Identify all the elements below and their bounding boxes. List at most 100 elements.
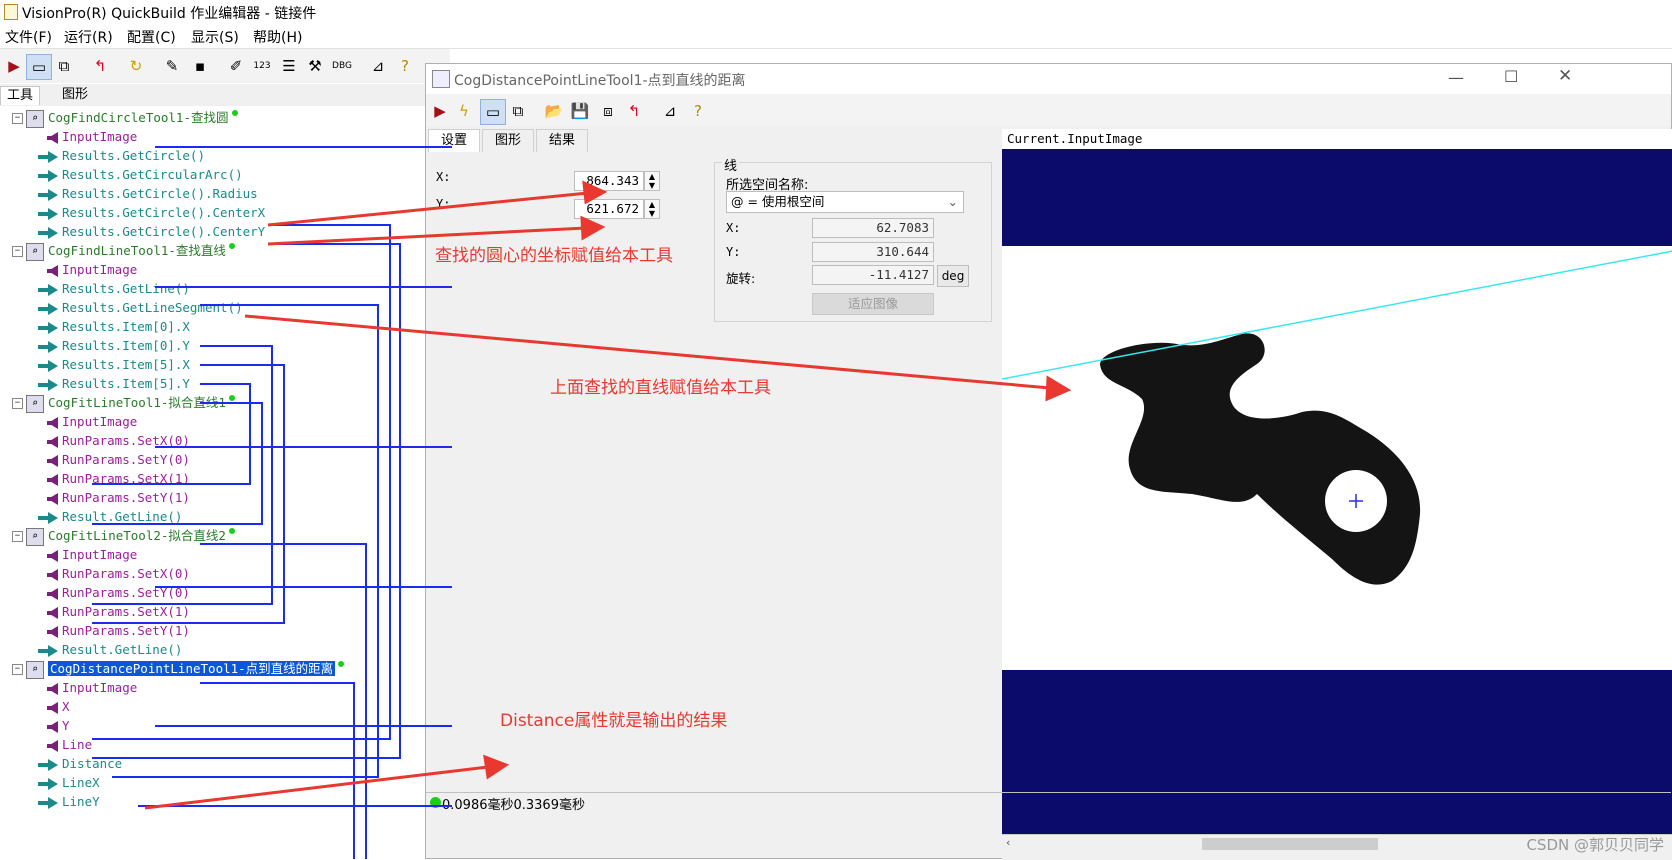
tree-output-terminal[interactable]: Results.GetLine() xyxy=(38,279,190,298)
point-x-spinner[interactable]: ▲ ▼ xyxy=(644,171,660,191)
tree-output-terminal[interactable]: Results.GetCircle().Radius xyxy=(38,184,258,203)
notes-icon[interactable]: ✐ xyxy=(224,54,248,78)
point-x-input[interactable]: 864.343 xyxy=(574,171,644,191)
tree-output-terminal[interactable]: Results.GetLineSegment() xyxy=(38,298,243,317)
tree-output-terminal[interactable]: Results.Item[5].X xyxy=(38,355,190,374)
tools-icon[interactable]: ⚒ xyxy=(303,54,327,78)
collapse-icon[interactable]: − xyxy=(12,246,23,257)
electric-run-icon[interactable]: ϟ xyxy=(452,99,476,123)
brush-icon[interactable]: ✎ xyxy=(160,54,184,78)
tree-tool-node[interactable]: − ⌕ CogFindLineTool1-查找直线 xyxy=(12,241,235,261)
tree-input-terminal[interactable]: InputImage xyxy=(47,127,137,146)
list-icon[interactable]: ☰ xyxy=(277,54,301,78)
run-icon[interactable]: ▶ xyxy=(428,99,452,123)
loop-icon[interactable]: ↻ xyxy=(124,54,148,78)
help-icon[interactable]: ? xyxy=(686,99,710,123)
tree-input-terminal[interactable]: InputImage xyxy=(47,545,137,564)
scrollbar-thumb[interactable] xyxy=(1202,838,1378,850)
debug-icon[interactable]: DBG xyxy=(330,54,354,78)
tree-output-terminal[interactable]: Result.GetLine() xyxy=(38,507,182,526)
point-y-spinner[interactable]: ▲ ▼ xyxy=(644,199,660,219)
tree-input-terminal[interactable]: InputImage xyxy=(47,260,137,279)
tree-input-terminal[interactable]: RunParams.SetY(0) xyxy=(47,450,190,469)
annotation-line: 上面查找的直线赋值给本工具 xyxy=(550,378,771,398)
menu-view[interactable]: 显示(S) xyxy=(191,27,239,47)
import-icon[interactable]: ⧈ xyxy=(596,99,620,123)
tree-output-terminal[interactable]: LineX xyxy=(38,773,100,792)
menu-run[interactable]: 运行(R) xyxy=(64,27,113,47)
input-arrow-icon xyxy=(47,416,58,429)
plug-icon[interactable]: ▪ xyxy=(188,54,212,78)
tree-input-terminal[interactable]: InputImage xyxy=(47,412,137,431)
tree-input-terminal[interactable]: RunParams.SetX(1) xyxy=(47,602,190,621)
tree-input-terminal[interactable]: X xyxy=(47,697,70,716)
tree-output-terminal[interactable]: Distance xyxy=(38,754,122,773)
image-canvas[interactable] xyxy=(1002,149,1672,834)
tree-tool-node[interactable]: − ⌕ CogFitLineTool2-拟合直线2 xyxy=(12,526,235,546)
tree-output-terminal[interactable]: Results.GetCircularArc() xyxy=(38,165,243,184)
collapse-icon[interactable]: − xyxy=(12,398,23,409)
display-icon[interactable]: ▭ xyxy=(26,54,52,80)
child-tab-bar: 设置 图形 结果 xyxy=(426,129,1006,152)
tree-tool-node[interactable]: − ⌕ CogFitLineTool1-拟合直线1 xyxy=(12,393,235,413)
menu-config[interactable]: 配置(C) xyxy=(127,27,176,47)
reset-icon[interactable]: ↰ xyxy=(622,99,646,123)
tab-graphics[interactable]: 图形 xyxy=(56,86,94,104)
tree-output-terminal[interactable]: LineY xyxy=(38,792,100,811)
terminal-label: Results.GetLineSegment() xyxy=(62,300,243,315)
scroll-left-icon[interactable]: ‹ xyxy=(1006,836,1010,849)
tree-output-terminal[interactable]: Results.GetCircle().CenterY xyxy=(38,222,265,241)
tab-graphics[interactable]: 图形 xyxy=(482,129,535,152)
minimize-icon[interactable]: — xyxy=(1448,68,1464,87)
reset-icon[interactable]: ↰ xyxy=(88,54,112,78)
status-dot-icon xyxy=(228,395,235,401)
tree-input-terminal[interactable]: Y xyxy=(47,716,70,735)
windows-icon[interactable]: ⧉ xyxy=(52,54,76,78)
tree-output-terminal[interactable]: Results.Item[0].X xyxy=(38,317,190,336)
input-arrow-icon xyxy=(47,454,58,467)
tree-input-terminal[interactable]: RunParams.SetX(1) xyxy=(47,469,190,488)
display-icon[interactable]: ▭ xyxy=(480,99,506,125)
space-select[interactable]: @ = 使用根空间 ⌄ xyxy=(726,191,964,213)
tree-input-terminal[interactable]: InputImage xyxy=(47,678,137,697)
deg-button[interactable]: deg xyxy=(937,265,969,287)
collapse-icon[interactable]: − xyxy=(12,531,23,542)
tree-output-terminal[interactable]: Results.GetCircle() xyxy=(38,146,205,165)
tree-input-terminal[interactable]: RunParams.SetY(1) xyxy=(47,621,190,640)
save-icon[interactable]: 💾 xyxy=(568,99,592,123)
tree-input-terminal[interactable]: RunParams.SetY(1) xyxy=(47,488,190,507)
fit-image-button[interactable]: 适应图像 xyxy=(812,293,934,315)
counter-icon[interactable]: 123 xyxy=(250,54,274,78)
status-bar: 0.0986毫秒0.3369毫秒 xyxy=(426,792,1671,813)
tree-input-terminal[interactable]: RunParams.SetY(0) xyxy=(47,583,190,602)
collapse-icon[interactable]: − xyxy=(12,664,23,675)
maximize-icon[interactable]: ☐ xyxy=(1504,67,1518,86)
tool-icon xyxy=(432,70,450,88)
windows-icon[interactable]: ⧉ xyxy=(506,99,530,123)
run-icon[interactable]: ▶ xyxy=(2,54,26,78)
tree-tool-node[interactable]: − ⌕ CogFindCircleTool1-查找圆 xyxy=(12,108,238,128)
tree-input-terminal[interactable]: Line xyxy=(47,735,92,754)
calibrate-icon[interactable]: ⊿ xyxy=(658,99,682,123)
tree-output-terminal[interactable]: Results.GetCircle().CenterX xyxy=(38,203,265,222)
open-icon[interactable]: 📂 xyxy=(542,99,566,123)
tab-results[interactable]: 结果 xyxy=(536,129,589,152)
point-y-input[interactable]: 621.672 xyxy=(574,199,644,219)
output-arrow-icon xyxy=(38,302,58,315)
tree-input-terminal[interactable]: RunParams.SetX(0) xyxy=(47,431,190,450)
tab-tools[interactable]: 工具 xyxy=(0,86,41,105)
calibrate-icon[interactable]: ⊿ xyxy=(366,54,390,78)
tree-output-terminal[interactable]: Results.Item[0].Y xyxy=(38,336,190,355)
tree-input-terminal[interactable]: RunParams.SetX(0) xyxy=(47,564,190,583)
input-arrow-icon xyxy=(47,568,58,581)
collapse-icon[interactable]: − xyxy=(12,113,23,124)
tree-tool-node[interactable]: − ⌕ CogDistancePointLineTool1-点到直线的距离 xyxy=(12,659,345,679)
main-toolbar: ▶ ▭ ⧉ ↰ ↻ ✎ ▪ ✐ 123 ☰ ⚒ DBG ⊿ ? xyxy=(0,49,450,83)
tree-output-terminal[interactable]: Result.GetLine() xyxy=(38,640,182,659)
menu-help[interactable]: 帮助(H) xyxy=(253,27,302,47)
close-icon[interactable]: ✕ xyxy=(1558,66,1572,86)
help-icon[interactable]: ? xyxy=(393,54,417,78)
menu-file[interactable]: 文件(F) xyxy=(5,27,52,47)
tab-settings[interactable]: 设置 xyxy=(428,129,481,152)
tree-output-terminal[interactable]: Results.Item[5].Y xyxy=(38,374,190,393)
